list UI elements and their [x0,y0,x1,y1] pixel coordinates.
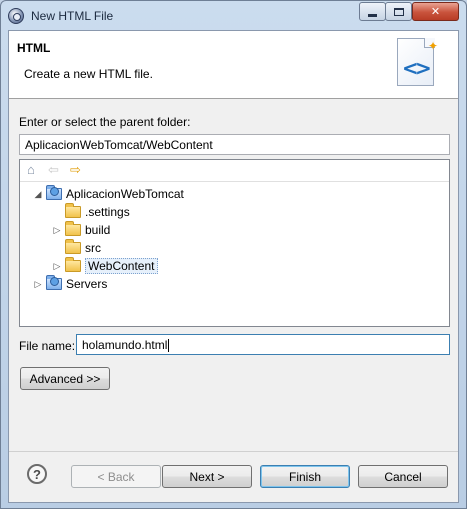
tree-item-label: src [85,241,101,255]
tree-item-label: Servers [66,277,108,291]
help-icon[interactable]: ? [27,464,47,484]
maximize-button[interactable] [385,2,412,21]
minimize-icon [368,13,377,17]
tree-item-webcontent[interactable]: ▷ WebContent [51,257,158,275]
maximize-icon [393,7,404,16]
tree-item-label: AplicacionWebTomcat [66,187,184,201]
folder-icon [65,257,81,272]
tree-item-label: .settings [85,205,130,219]
minimize-button[interactable] [359,2,386,21]
tree-item-label: WebContent [85,258,158,274]
advanced-button[interactable]: Advanced >> [20,367,110,390]
eclipse-app-icon [8,8,24,24]
close-icon: ✕ [430,6,441,18]
folder-tree[interactable]: ⌂ ⇦ ⇨ ◢ AplicacionWebTomcat .settings ▷ … [19,159,450,327]
folder-icon [65,239,81,254]
collapse-icon[interactable]: ◢ [32,189,44,200]
tree-item-settings[interactable]: .settings [51,203,130,221]
close-button[interactable]: ✕ [412,2,459,21]
expand-icon[interactable]: ▷ [32,279,44,290]
tree-item-label: build [85,223,111,237]
expand-icon[interactable]: ▷ [51,225,63,236]
finish-button[interactable]: Finish [260,465,350,488]
wizard-title: HTML [17,41,51,55]
parent-folder-input[interactable]: AplicacionWebTomcat/WebContent [19,134,450,155]
wizard-description: Create a new HTML file. [24,67,153,81]
next-button[interactable]: Next > [162,465,252,488]
file-name-label: File name: [19,339,76,353]
cancel-button[interactable]: Cancel [358,465,448,488]
tree-item-build[interactable]: ▷ build [51,221,110,239]
back-button[interactable]: < Back [71,465,161,488]
back-arrow-icon[interactable]: ⇦ [48,163,59,177]
project-icon [46,185,62,200]
forward-arrow-icon[interactable]: ⇨ [70,163,81,177]
tree-item-src[interactable]: src [51,239,101,257]
footer-separator [9,451,458,452]
parent-folder-label: Enter or select the parent folder: [19,115,191,129]
home-icon[interactable]: ⌂ [27,163,35,177]
file-name-input[interactable]: holamundo.html [76,334,450,355]
folder-icon [65,221,81,236]
new-html-file-window: New HTML File ✕ HTML Create a new HTML f… [0,0,467,509]
dialog-client-area: HTML Create a new HTML file. < > ✦ Enter… [8,30,459,503]
expand-icon[interactable]: ▷ [51,261,63,272]
title-bar[interactable]: New HTML File ✕ [1,1,466,31]
file-name-value: holamundo.html [82,338,168,352]
tree-item-servers[interactable]: ▷ Servers [32,275,107,293]
folder-icon [65,203,81,218]
wizard-header: HTML Create a new HTML file. < > ✦ [9,31,458,99]
tree-item-aplicacionwebtomcat[interactable]: ◢ AplicacionWebTomcat [32,185,184,203]
servers-folder-icon [46,275,62,290]
window-title: New HTML File [31,9,114,23]
tree-toolbar: ⌂ ⇦ ⇨ [20,160,449,182]
